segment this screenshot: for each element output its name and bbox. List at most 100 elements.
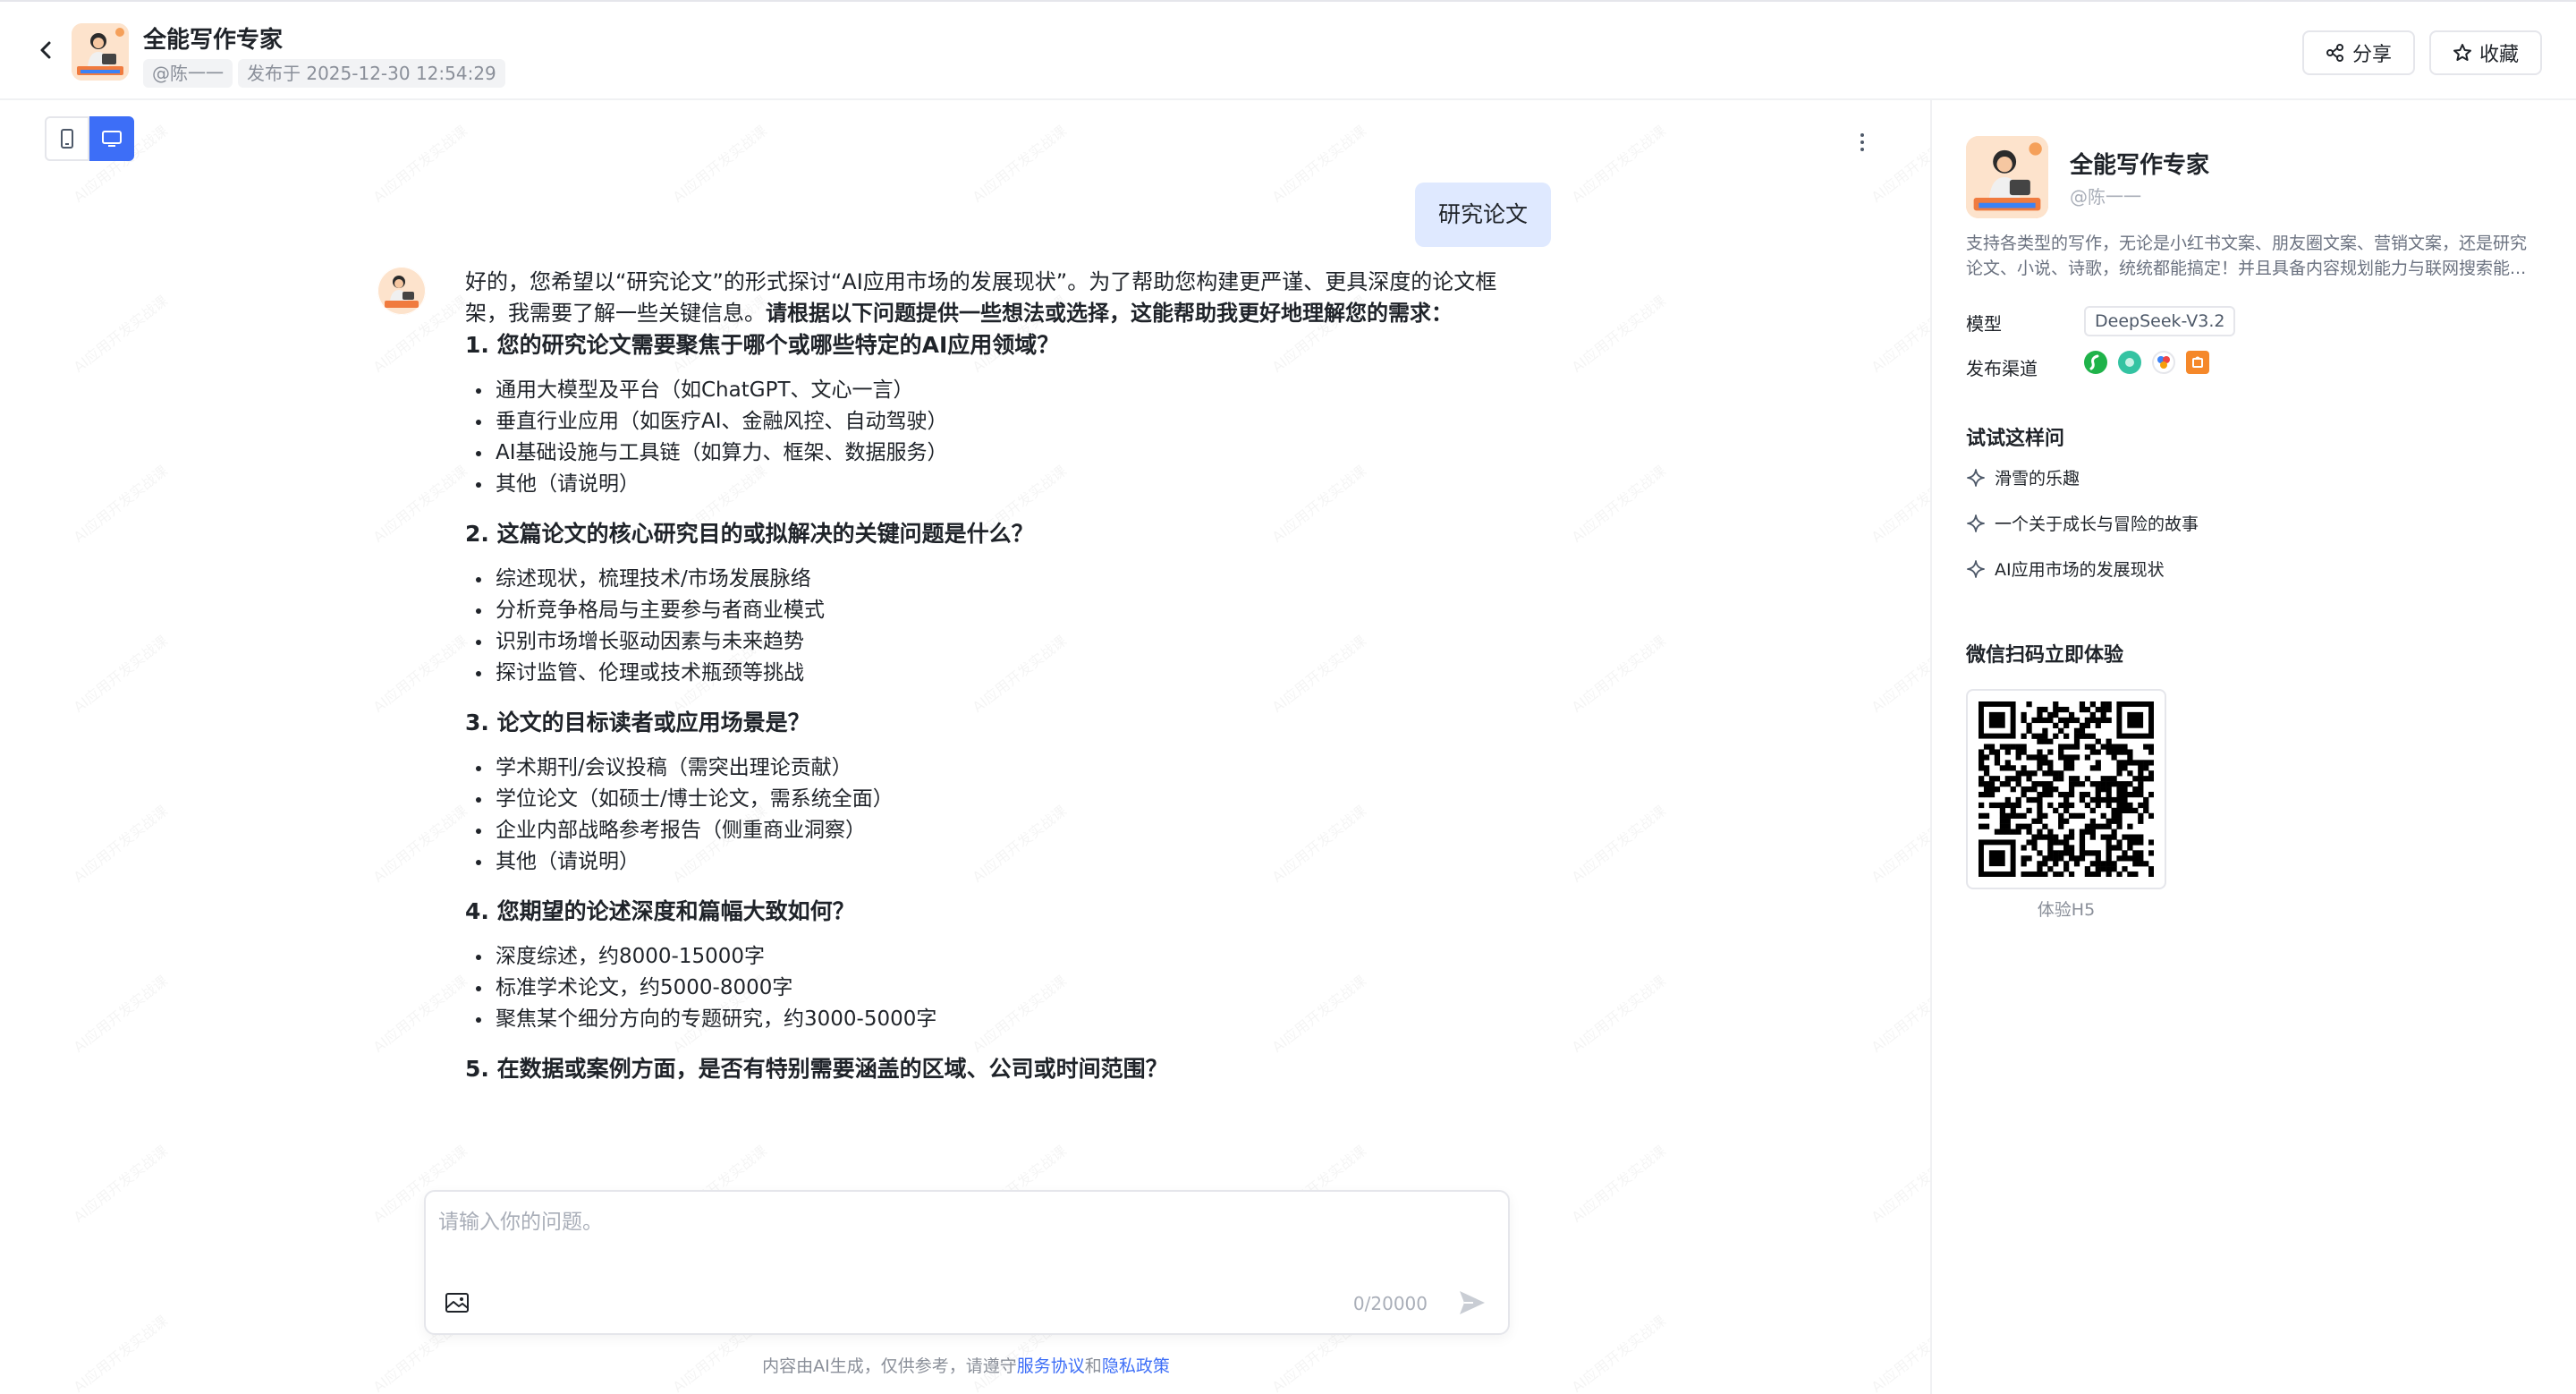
option-list: 学术期刊/会议投稿（需突出理论贡献） 学位论文（如硕士/博士论文，需系统全面） 企业… bbox=[465, 752, 1521, 878]
back-button[interactable] bbox=[32, 36, 61, 64]
watermark-text: AI应用开发实战课 bbox=[368, 459, 470, 547]
option-item: 深度综述，约8000-15000字 bbox=[465, 941, 1521, 973]
mobile-view-button[interactable] bbox=[45, 116, 89, 161]
question-title: 4. 您期望的论述深度和篇幅大致如何？ bbox=[465, 898, 855, 924]
star-icon bbox=[2453, 44, 2471, 61]
dot-icon bbox=[1860, 133, 1864, 137]
watermark-text: AI应用开发实战课 bbox=[68, 799, 171, 887]
publish-date: 发布于 2025-12-30 12:54:29 bbox=[238, 59, 505, 88]
author-chip: @陈一一 bbox=[143, 59, 233, 88]
watermark-text: AI应用开发实战课 bbox=[1566, 629, 1669, 717]
watermark-text: AI应用开发实战课 bbox=[1566, 289, 1669, 377]
terms-link[interactable]: 服务协议 bbox=[1017, 1356, 1085, 1376]
option-item: 学术期刊/会议投稿（需突出理论贡献） bbox=[465, 752, 1521, 784]
favorite-label: 收藏 bbox=[2479, 44, 2519, 66]
disclaimer-and: 和 bbox=[1084, 1356, 1102, 1376]
sparkle-icon bbox=[1967, 468, 1985, 487]
watermark-text: AI应用开发实战课 bbox=[1566, 119, 1669, 207]
option-item: 其他（请说明） bbox=[465, 469, 1521, 500]
watermark-text: AI应用开发实战课 bbox=[368, 629, 470, 717]
watermark-text: AI应用开发实战课 bbox=[368, 969, 470, 1057]
question-title: 3. 论文的目标读者或应用场景是？ bbox=[465, 710, 810, 735]
share-button[interactable]: 分享 bbox=[2301, 30, 2415, 75]
watermark-text: AI应用开发实战课 bbox=[68, 1139, 171, 1227]
channel-color-icon[interactable] bbox=[2152, 351, 2175, 374]
option-item: 探讨监管、伦理或技术瓶颈等挑战 bbox=[465, 658, 1521, 689]
watermark-text: AI应用开发实战课 bbox=[1566, 1309, 1669, 1394]
page-header: 全能写作专家 @陈一一 发布于 2025-12-30 12:54:29 分享 收… bbox=[0, 0, 2576, 100]
try-question-item[interactable]: AI应用市场的发展现状 bbox=[1966, 557, 2165, 581]
question-title: 2. 这篇论文的核心研究目的或拟解决的关键问题是什么？ bbox=[465, 521, 1034, 547]
watermark-text: AI应用开发实战课 bbox=[368, 119, 470, 207]
panel-agent-description: 支持各类型的写作，无论是小红书文案、朋友圈文案、营销文案，还是研究论文、小说、诗… bbox=[1966, 234, 2528, 278]
watermark-text: AI应用开发实战课 bbox=[1566, 459, 1669, 547]
option-item: 学位论文（如硕士/博士论文，需系统全面） bbox=[465, 784, 1521, 815]
chat-input[interactable] bbox=[438, 1204, 1494, 1258]
option-item: 分析竞争格局与主要参与者商业模式 bbox=[465, 595, 1521, 626]
send-button[interactable] bbox=[1454, 1285, 1490, 1321]
qr-code-image bbox=[1979, 701, 2154, 877]
option-item: 通用大模型及平台（如ChatGPT、文心一言） bbox=[465, 375, 1521, 406]
option-list: 通用大模型及平台（如ChatGPT、文心一言） 垂直行业应用（如医疗AI、金融风控… bbox=[465, 375, 1521, 500]
option-item: 企业内部战略参考报告（侧重商业洞察） bbox=[465, 815, 1521, 846]
try-question-text: 滑雪的乐趣 bbox=[1995, 469, 2080, 489]
option-item: 其他（请说明） bbox=[465, 846, 1521, 878]
qr-title: 微信扫码立即体验 bbox=[1966, 644, 2124, 667]
agent-title: 全能写作专家 bbox=[143, 27, 284, 54]
channels-label: 发布渠道 bbox=[1966, 358, 2038, 379]
device-toggle bbox=[45, 116, 134, 161]
option-list: 综述现状，梳理技术/市场发展脉络 分析竞争格局与主要参与者商业模式 识别市场增长驱动… bbox=[465, 564, 1521, 689]
panel-agent-name: 全能写作专家 bbox=[2070, 152, 2210, 179]
watermark-text: AI应用开发实战课 bbox=[68, 459, 171, 547]
watermark-text: AI应用开发实战课 bbox=[68, 629, 171, 717]
share-icon bbox=[2326, 44, 2343, 62]
option-item: 识别市场增长驱动因素与未来趋势 bbox=[465, 626, 1521, 658]
watermark-text: AI应用开发实战课 bbox=[68, 289, 171, 377]
option-item: 综述现状，梳理技术/市场发展脉络 bbox=[465, 564, 1521, 595]
char-counter: 0/20000 bbox=[1352, 1293, 1428, 1314]
channel-teal-icon[interactable] bbox=[2118, 351, 2141, 374]
option-item: 标准学术论文，约5000-8000字 bbox=[465, 973, 1521, 1004]
try-questions-title: 试试这样问 bbox=[1966, 428, 2065, 450]
dot-icon bbox=[1860, 148, 1864, 151]
watermark-text: AI应用开发实战课 bbox=[967, 119, 1070, 207]
panel-agent-handle: @陈一一 bbox=[2070, 186, 2141, 208]
option-item: 垂直行业应用（如医疗AI、金融风控、自动驾驶） bbox=[465, 406, 1521, 438]
qr-caption: 体验H5 bbox=[2037, 900, 2096, 920]
monitor-icon bbox=[102, 131, 122, 147]
channel-orange-icon[interactable] bbox=[2186, 351, 2209, 374]
bot-intro: 好的，您希望以“研究论文”的形式探讨“AI应用市场的发展现状”。为了帮助您构建更… bbox=[465, 267, 1521, 329]
chat-input-box: 0/20000 bbox=[424, 1190, 1510, 1335]
watermark-text: AI应用开发实战课 bbox=[1566, 1139, 1669, 1227]
desktop-view-button[interactable] bbox=[89, 116, 134, 161]
agent-meta: @陈一一 发布于 2025-12-30 12:54:29 bbox=[143, 59, 505, 88]
user-message-bubble: 研究论文 bbox=[1415, 183, 1552, 247]
try-question-item[interactable]: 一个关于成长与冒险的故事 bbox=[1966, 511, 2199, 535]
model-label: 模型 bbox=[1966, 313, 2002, 335]
favorite-button[interactable]: 收藏 bbox=[2428, 30, 2542, 75]
disclaimer-text: 内容由AI生成，仅供参考，请遵守 bbox=[762, 1356, 1017, 1376]
channel-green-icon[interactable] bbox=[2084, 351, 2107, 374]
phone-icon bbox=[61, 129, 73, 149]
dot-icon bbox=[1860, 140, 1864, 144]
upload-image-button[interactable] bbox=[444, 1290, 472, 1317]
panel-agent-avatar bbox=[1966, 136, 2048, 218]
qr-code bbox=[1966, 689, 2166, 889]
image-icon bbox=[445, 1293, 469, 1313]
chevron-left-icon bbox=[40, 41, 51, 59]
send-icon bbox=[1460, 1291, 1485, 1314]
watermark-text: AI应用开发实战课 bbox=[1566, 799, 1669, 887]
try-question-item[interactable]: 滑雪的乐趣 bbox=[1966, 465, 2080, 489]
channel-list bbox=[2084, 351, 2209, 374]
sparkle-icon bbox=[1967, 559, 1985, 578]
bot-intro-bold: 请根据以下问题提供一些想法或选择，这能帮助我更好地理解您的需求： bbox=[766, 301, 1453, 326]
question-title: 1. 您的研究论文需要聚焦于哪个或哪些特定的AI应用领域？ bbox=[465, 332, 1060, 358]
watermark-text: AI应用开发实战课 bbox=[368, 799, 470, 887]
watermark-text: AI应用开发实战课 bbox=[667, 119, 770, 207]
privacy-link[interactable]: 隐私政策 bbox=[1102, 1356, 1170, 1376]
disclaimer: 内容由AI生成，仅供参考，请遵守服务协议和隐私政策 bbox=[0, 1353, 1932, 1377]
watermark-text: AI应用开发实战课 bbox=[68, 1309, 171, 1394]
more-options-button[interactable] bbox=[1852, 129, 1873, 156]
header-actions: 分享 收藏 bbox=[2301, 30, 2542, 75]
model-chip: DeepSeek-V3.2 bbox=[2084, 306, 2236, 336]
